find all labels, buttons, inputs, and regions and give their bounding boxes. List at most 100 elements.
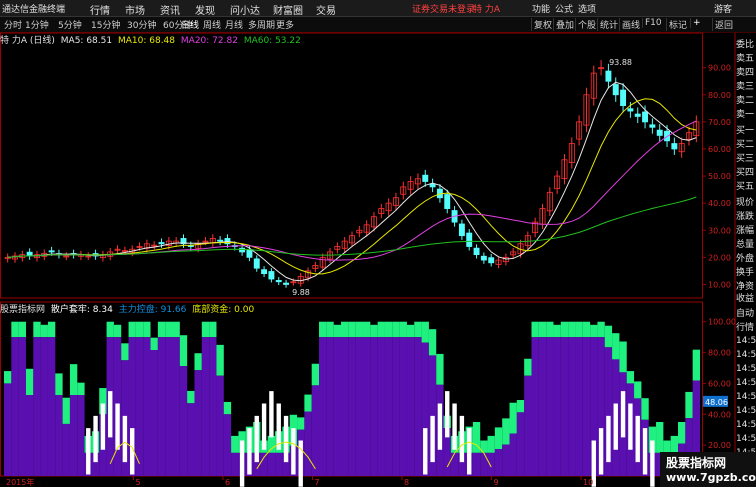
purple-bar xyxy=(348,337,356,476)
green-bar xyxy=(333,324,342,338)
green-bar xyxy=(487,435,495,453)
green-bar xyxy=(619,341,627,373)
purple-bar xyxy=(40,337,48,476)
purple-bar xyxy=(341,337,349,476)
green-bar xyxy=(516,400,525,413)
purple-bar xyxy=(524,375,532,476)
date-tick-label: 9 xyxy=(494,478,499,487)
purple-bar xyxy=(179,366,188,476)
indicator-tick-label: 100.00 xyxy=(708,318,736,327)
green-bar xyxy=(406,324,415,338)
purple-bar xyxy=(25,395,34,476)
green-bar xyxy=(187,390,195,404)
purple-bar xyxy=(231,452,239,476)
green-bar xyxy=(128,321,136,338)
orderbook-item: 现价 xyxy=(736,198,755,208)
purple-bar xyxy=(414,337,422,476)
purple-bar xyxy=(370,337,378,476)
purple-bar xyxy=(267,452,276,476)
candle-body xyxy=(217,239,224,242)
retail-trapped-label: 散户套牢: 8.34 xyxy=(50,305,113,315)
green-bar xyxy=(267,435,276,453)
ma10-label: MA10: 68.48 xyxy=(117,36,176,46)
purple-bar xyxy=(260,452,268,476)
green-bar xyxy=(575,321,583,338)
kline-chart[interactable]: 90.00 80.00 70.00 60.00 50.00 40.00 30.00 20.00… xyxy=(0,0,756,487)
watermark: 股票指标网 www.7gpzb.com xyxy=(660,452,756,487)
green-bar xyxy=(494,427,503,449)
candle-body xyxy=(488,257,495,264)
candle-body xyxy=(605,70,612,82)
green-bar xyxy=(209,321,217,338)
purple-bar xyxy=(553,337,561,476)
green-bar xyxy=(223,401,232,415)
orderbook-header: 委比 xyxy=(736,40,755,50)
green-bar xyxy=(370,324,378,338)
tick-item: 14:5 xyxy=(736,378,756,388)
indicator-title: 股票指标网 xyxy=(0,305,46,315)
green-bar xyxy=(326,321,334,338)
green-bar xyxy=(40,324,48,338)
candle-body xyxy=(444,194,451,209)
green-bar xyxy=(582,321,591,338)
date-tick-label: 2015年 xyxy=(6,477,34,487)
date-tick-label: 10 xyxy=(583,478,593,487)
purple-bar xyxy=(223,414,232,476)
price-tick-label: 30.00 xyxy=(708,226,731,235)
candle-body xyxy=(275,280,282,283)
purple-bar xyxy=(546,337,554,476)
purple-bar xyxy=(450,452,459,476)
green-bar xyxy=(553,324,561,338)
green-bar xyxy=(362,321,371,338)
purple-bar xyxy=(135,337,144,476)
indicator-tick-label: 20.00 xyxy=(708,441,731,450)
tick-item: 行情 xyxy=(736,323,755,333)
tick-item: 14:5 xyxy=(736,336,756,346)
tick-header[interactable]: 自动 xyxy=(736,306,754,319)
purple-bar xyxy=(575,337,583,476)
purple-bar xyxy=(11,337,19,476)
purple-bar xyxy=(502,444,510,476)
green-bar xyxy=(11,321,19,338)
purple-bar xyxy=(480,452,488,476)
green-bar xyxy=(297,417,305,430)
ma10-line xyxy=(7,98,697,275)
green-bar xyxy=(150,337,158,350)
green-bar xyxy=(319,321,327,338)
orderbook-item: 买五 xyxy=(736,182,755,192)
purple-bar xyxy=(55,395,63,476)
purple-bar xyxy=(538,337,547,476)
purple-bar xyxy=(568,337,576,476)
purple-bar xyxy=(18,337,26,476)
candle-body xyxy=(466,232,473,247)
purple-bar xyxy=(319,337,327,476)
purple-bar xyxy=(216,375,224,476)
orderbook-item: 卖一 xyxy=(736,110,755,120)
price-tick-label: 40.00 xyxy=(708,199,731,208)
green-bar xyxy=(201,321,210,338)
price-tick-label: 10.00 xyxy=(708,280,731,289)
candle-body xyxy=(656,129,663,136)
lower-panel-header: 股票指标网 散户套牢: 8.34 主力控盘: 91.66 底部资金: 0.00 xyxy=(0,302,257,315)
watermark-url: www.7gpzb.com xyxy=(666,471,756,484)
purple-bar xyxy=(362,337,371,476)
main-panel-header: 特 力A (日线) MA5: 68.51 MA10: 68.48 MA20: 7… xyxy=(0,33,304,46)
purple-bar xyxy=(487,452,495,476)
tick-panel: 自动 行情 14:5 14:5 14:5 14:5 14:5 14:5 14:5… xyxy=(735,304,756,464)
purple-bar xyxy=(165,337,173,476)
green-bar xyxy=(524,358,532,376)
green-bar xyxy=(590,324,598,338)
main-control-label: 主力控盘: 91.66 xyxy=(118,305,187,315)
candle-body xyxy=(480,255,487,261)
candle-body xyxy=(634,113,641,117)
green-bar xyxy=(546,321,554,338)
ma5-line xyxy=(7,81,697,282)
green-bar xyxy=(384,321,393,338)
current-value-text: 48.06 xyxy=(705,398,728,407)
green-bar xyxy=(509,402,517,434)
purple-bar xyxy=(194,370,202,476)
candle-body xyxy=(642,111,649,123)
purple-bar xyxy=(355,337,363,476)
green-bar xyxy=(597,321,605,338)
green-bar xyxy=(634,381,642,399)
